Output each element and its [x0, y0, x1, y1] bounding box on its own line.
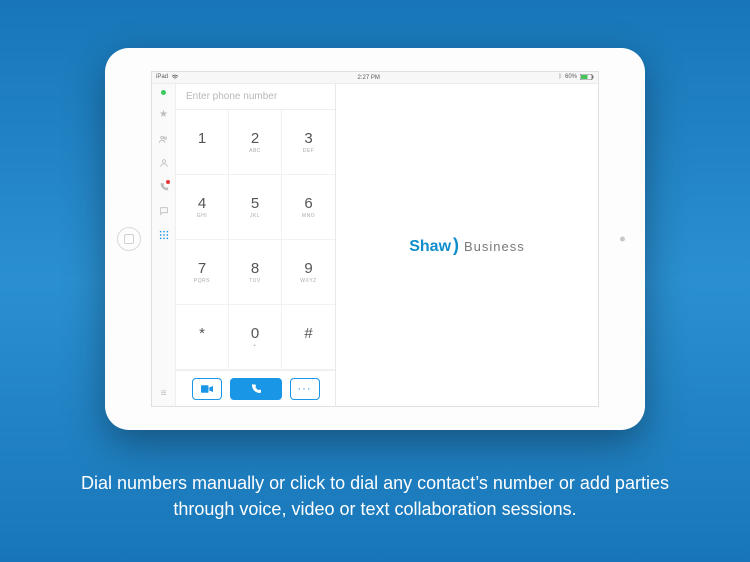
- key-letters: MNO: [302, 213, 315, 219]
- key-digit: 5: [251, 195, 259, 212]
- key-digit: 8: [251, 260, 259, 277]
- key-digit: 1: [198, 130, 206, 147]
- brand-logo: Shaw ) Business: [409, 235, 525, 256]
- dialpad-key-*[interactable]: *: [176, 305, 229, 370]
- key-digit: 0: [251, 325, 259, 342]
- dialpad-key-0[interactable]: 0+: [229, 305, 282, 370]
- key-digit: 4: [198, 195, 206, 212]
- dialpad-key-3[interactable]: 3DEF: [282, 110, 335, 175]
- status-time: 2:27 PM: [358, 75, 380, 81]
- nav-sidebar: ★ ≡: [152, 84, 176, 406]
- key-letters: WXYZ: [300, 278, 316, 284]
- marketing-caption: Dial numbers manually or click to dial a…: [55, 470, 695, 522]
- brand-name: Shaw: [409, 238, 451, 256]
- key-digit: 7: [198, 260, 206, 277]
- battery-percent: 60%: [565, 74, 577, 80]
- front-camera: [620, 237, 625, 242]
- phone-number-input[interactable]: Enter phone number: [176, 84, 335, 110]
- carrier-label: iPad: [156, 74, 168, 80]
- key-digit: 9: [304, 260, 312, 277]
- dialpad-key-#[interactable]: #: [282, 305, 335, 370]
- key-letters: JKL: [250, 213, 260, 219]
- menu-icon[interactable]: ≡: [158, 388, 170, 400]
- groups-icon[interactable]: [158, 133, 170, 145]
- dialpad-key-6[interactable]: 6MNO: [282, 175, 335, 240]
- brand-paren: ): [453, 235, 459, 256]
- content-pane: Shaw ) Business: [336, 84, 598, 406]
- voice-call-button[interactable]: [230, 378, 282, 400]
- presence-indicator[interactable]: [161, 90, 166, 95]
- key-letters: +: [253, 343, 256, 349]
- key-digit: 2: [251, 130, 259, 147]
- dialpad-key-5[interactable]: 5JKL: [229, 175, 282, 240]
- dialpad-key-7[interactable]: 7PQRS: [176, 240, 229, 305]
- favorites-icon[interactable]: ★: [158, 109, 170, 121]
- dialer-pane: Enter phone number 1 2ABC3DEF4GHI5JKL6MN…: [176, 84, 336, 406]
- status-bar: iPad 2:27 PM ᛒ 60%: [152, 72, 598, 84]
- key-letters: [201, 148, 203, 154]
- key-letters: ABC: [249, 148, 261, 154]
- phone-number-placeholder: Enter phone number: [186, 91, 277, 102]
- key-letters: TUV: [249, 278, 261, 284]
- key-digit: *: [199, 325, 205, 342]
- key-letters: PQRS: [194, 278, 210, 284]
- dialpad-key-9[interactable]: 9WXYZ: [282, 240, 335, 305]
- dialpad-key-8[interactable]: 8TUV: [229, 240, 282, 305]
- dialpad-icon[interactable]: [158, 229, 170, 241]
- key-letters: DEF: [303, 148, 315, 154]
- app-screen: iPad 2:27 PM ᛒ 60% ★: [151, 71, 599, 407]
- battery-icon: [580, 74, 594, 81]
- dialpad-key-2[interactable]: 2ABC: [229, 110, 282, 175]
- dialer-actions: ···: [176, 370, 335, 406]
- key-letters: [201, 343, 203, 349]
- key-digit: 3: [304, 130, 312, 147]
- missed-call-badge: [166, 180, 170, 184]
- calls-icon[interactable]: [158, 181, 170, 193]
- key-digit: #: [304, 325, 312, 342]
- dialpad-key-4[interactable]: 4GHI: [176, 175, 229, 240]
- key-letters: GHI: [197, 213, 207, 219]
- contacts-icon[interactable]: [158, 157, 170, 169]
- bluetooth-icon: ᛒ: [558, 74, 562, 80]
- more-actions-button[interactable]: ···: [290, 378, 320, 400]
- home-button[interactable]: [117, 227, 141, 251]
- chat-icon[interactable]: [158, 205, 170, 217]
- video-call-button[interactable]: [192, 378, 222, 400]
- dialpad-keypad: 1 2ABC3DEF4GHI5JKL6MNO7PQRS8TUV9WXYZ* 0+…: [176, 110, 335, 370]
- key-letters: [308, 343, 310, 349]
- app-body: ★ ≡: [152, 84, 598, 406]
- key-digit: 6: [304, 195, 312, 212]
- dialpad-key-1[interactable]: 1: [176, 110, 229, 175]
- wifi-icon: [171, 74, 179, 81]
- tablet-frame: iPad 2:27 PM ᛒ 60% ★: [105, 48, 645, 430]
- brand-suffix: Business: [464, 239, 525, 254]
